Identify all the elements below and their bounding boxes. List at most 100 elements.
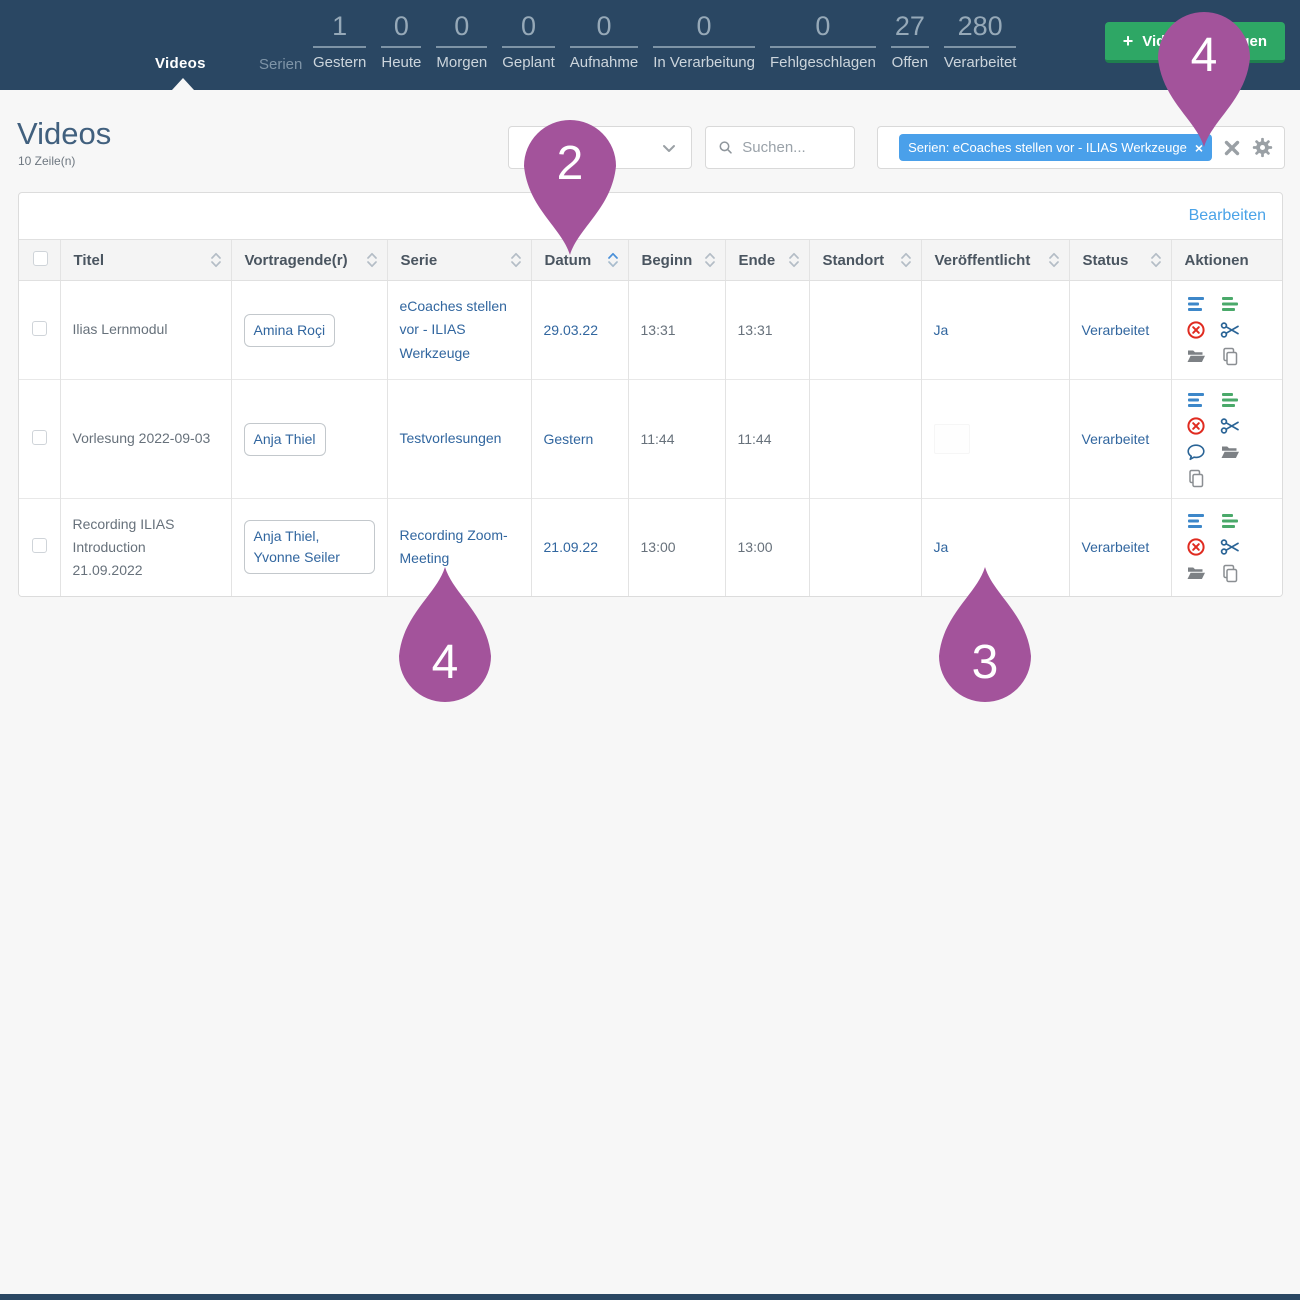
stat-morgen[interactable]: 0 Morgen [436, 11, 487, 71]
stat-label: Heute [381, 54, 421, 71]
metadata-icon[interactable] [1220, 294, 1240, 314]
search-input[interactable] [742, 139, 842, 156]
presenter-chip[interactable]: Anja Thiel, Yvonne Seiler [244, 520, 375, 574]
folder-icon[interactable] [1186, 563, 1206, 583]
start-time: 13:00 [641, 539, 676, 555]
stat-heute[interactable]: 0 Heute [381, 11, 421, 71]
published-value[interactable]: Ja [934, 539, 949, 555]
column-header-standort[interactable]: Standort [809, 240, 921, 281]
delete-icon[interactable] [1186, 537, 1206, 557]
column-header-vortragende[interactable]: Vortragende(r) [231, 240, 387, 281]
column-header-titel[interactable]: Titel [60, 240, 231, 281]
column-header-veroeffentlicht[interactable]: Veröffentlicht [921, 240, 1069, 281]
series-link[interactable]: Testvorlesungen [400, 427, 502, 450]
sort-icon [705, 252, 715, 268]
presenter-chip[interactable]: Amina Roçi [244, 314, 336, 347]
videos-table-card: Bearbeiten Titel Vortragende [18, 192, 1283, 597]
status-link[interactable]: Verarbeitet [1082, 431, 1150, 447]
duplicate-icon[interactable] [1220, 563, 1240, 583]
status-link[interactable]: Verarbeitet [1082, 322, 1150, 338]
metadata-icon[interactable] [1220, 390, 1240, 410]
stat-label: Gestern [313, 54, 366, 71]
column-label: Ende [739, 252, 776, 269]
stat-fehlgeschlagen[interactable]: 0 Fehlgeschlagen [770, 11, 876, 71]
date-link[interactable]: 21.09.22 [544, 539, 599, 555]
gear-icon [1252, 137, 1273, 158]
presenter-chip[interactable]: Anja Thiel [244, 423, 326, 456]
per-page-dropdown[interactable] [508, 126, 692, 169]
folder-icon[interactable] [1186, 346, 1206, 366]
stat-aufnahme[interactable]: 0 Aufnahme [570, 11, 638, 71]
column-header-datum[interactable]: Datum [531, 240, 628, 281]
row-checkbox[interactable] [32, 321, 47, 336]
status-link[interactable]: Verarbeitet [1082, 539, 1150, 555]
series-filter-chip[interactable]: Serien: eCoaches stellen vor - ILIAS Wer… [899, 134, 1212, 161]
filter-settings-button[interactable] [1252, 137, 1273, 158]
clear-x-icon [1222, 138, 1242, 158]
comment-icon[interactable] [1186, 442, 1206, 462]
row-checkbox[interactable] [32, 430, 47, 445]
table-header-row: Titel Vortragende(r) Serie Datum [19, 240, 1283, 281]
column-label: Datum [545, 252, 592, 269]
cut-icon[interactable] [1220, 537, 1240, 557]
clear-filters-button[interactable] [1222, 138, 1242, 158]
end-time: 13:31 [738, 322, 773, 338]
metadata-icon[interactable] [1220, 511, 1240, 531]
tab-serien[interactable]: Serien [259, 56, 302, 73]
delete-icon[interactable] [1186, 416, 1206, 436]
duplicate-icon[interactable] [1186, 468, 1206, 488]
table-topbar: Bearbeiten [19, 193, 1282, 239]
row-actions [1184, 294, 1273, 366]
details-icon[interactable] [1186, 294, 1206, 314]
plus-icon: + [1123, 32, 1134, 50]
stat-value: 0 [570, 11, 638, 48]
row-checkbox[interactable] [32, 538, 47, 553]
tab-videos[interactable]: Videos [155, 55, 206, 72]
column-header-serie[interactable]: Serie [387, 240, 531, 281]
stat-gestern[interactable]: 1 Gestern [313, 11, 366, 71]
top-nav: Videos Serien 1 Gestern 0 Heute 0 Morgen… [0, 0, 1300, 90]
search-icon [718, 138, 733, 157]
duplicate-icon[interactable] [1220, 346, 1240, 366]
column-label: Beginn [642, 252, 693, 269]
stat-label: Fehlgeschlagen [770, 54, 876, 71]
delete-icon[interactable] [1186, 320, 1206, 340]
folder-icon[interactable] [1220, 442, 1240, 462]
start-time: 13:31 [641, 322, 676, 338]
published-value[interactable]: Ja [934, 322, 949, 338]
column-header-ende[interactable]: Ende [725, 240, 809, 281]
stat-verarbeitet[interactable]: 280 Verarbeitet [944, 11, 1017, 71]
videos-table: Titel Vortragende(r) Serie Datum [19, 239, 1283, 596]
series-filter-label: Serien: eCoaches stellen vor - ILIAS Wer… [908, 140, 1187, 155]
sort-icon [1049, 252, 1059, 268]
stat-value: 280 [944, 11, 1017, 48]
stat-label: In Verarbeitung [653, 54, 755, 71]
series-link[interactable]: eCoaches stellen vor - ILIAS Werkzeuge [400, 295, 519, 364]
cut-icon[interactable] [1220, 320, 1240, 340]
chip-close-icon[interactable]: × [1195, 141, 1203, 155]
date-link[interactable]: 29.03.22 [544, 322, 599, 338]
video-title: Ilias Lernmodul [73, 321, 168, 337]
column-header-beginn[interactable]: Beginn [628, 240, 725, 281]
sort-icon [511, 252, 521, 268]
details-icon[interactable] [1186, 390, 1206, 410]
details-icon[interactable] [1186, 511, 1206, 531]
filter-box: Serien: eCoaches stellen vor - ILIAS Wer… [877, 126, 1285, 169]
select-all-checkbox[interactable] [33, 251, 48, 266]
stat-offen[interactable]: 27 Offen [891, 11, 929, 71]
stat-geplant[interactable]: 0 Geplant [502, 11, 555, 71]
column-label: Status [1083, 252, 1129, 269]
cut-icon[interactable] [1220, 416, 1240, 436]
bearbeiten-link[interactable]: Bearbeiten [1189, 207, 1266, 225]
end-time: 13:00 [738, 539, 773, 555]
series-link[interactable]: Recording Zoom-Meeting [400, 524, 519, 570]
row-count: 10 Zeile(n) [18, 154, 75, 168]
sort-icon [901, 252, 911, 268]
column-header-status[interactable]: Status [1069, 240, 1171, 281]
videos-page: Videos 10 Zeile(n) Serien: eCoaches stel… [0, 90, 1300, 1294]
stat-in-verarbeitung[interactable]: 0 In Verarbeitung [653, 11, 755, 71]
table-row: Ilias Lernmodul Amina Roçi eCoaches stel… [19, 281, 1283, 380]
add-video-button[interactable]: + Video hinzufügen [1105, 22, 1285, 63]
stat-label: Offen [891, 54, 929, 71]
date-link[interactable]: Gestern [544, 431, 594, 447]
